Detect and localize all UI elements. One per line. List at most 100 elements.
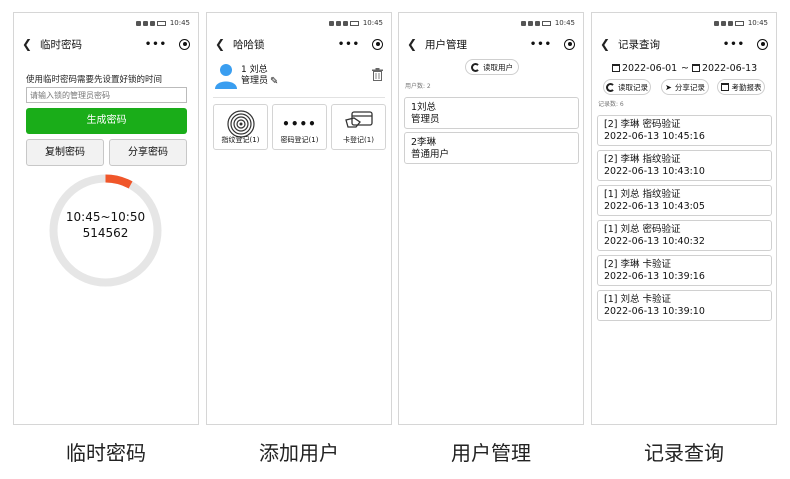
close-target-icon[interactable]	[372, 38, 383, 50]
page-title: 用户管理	[425, 38, 467, 51]
report-icon	[720, 83, 729, 91]
copy-password-button[interactable]: 复制密码	[26, 139, 104, 166]
trash-icon[interactable]	[372, 68, 383, 81]
phone-temp-password: 10:45 ❮ 临时密码 ••• 使用临时密码需要先设置好锁的时间 生成密码 复…	[13, 12, 199, 425]
record-title: [2] 李琳 指纹验证	[604, 154, 681, 165]
record-time: 2022-06-13 10:43:05	[604, 201, 705, 212]
record-time: 2022-06-13 10:40:32	[604, 236, 705, 247]
more-icon[interactable]: •••	[530, 39, 552, 50]
user-list-item[interactable]: 1刘总 管理员	[404, 97, 579, 129]
close-target-icon[interactable]	[757, 38, 768, 50]
close-target-icon[interactable]	[179, 38, 190, 50]
read-records-button[interactable]: 读取记录	[603, 79, 651, 95]
record-item[interactable]: [2] 李琳 密码验证 2022-06-13 10:45:16	[597, 115, 772, 146]
record-item[interactable]: [2] 李琳 卡验证 2022-06-13 10:39:16	[597, 255, 772, 286]
record-title: [1] 刘总 密码验证	[604, 224, 681, 235]
read-records-label: 读取记录	[618, 82, 648, 92]
avatar-icon	[215, 64, 237, 89]
user-item-name: 1刘总	[411, 102, 437, 113]
date-from-picker[interactable]: 2022-06-01	[612, 61, 677, 75]
password-register-card[interactable]: •••• 密码登记(1)	[272, 104, 327, 150]
phone-user-manage: 10:45 ❮ 用户管理 ••• 读取用户 用户数: 2 1刘总 管理员 2李琳…	[398, 12, 584, 425]
user-item-role: 管理员	[411, 114, 440, 125]
record-time: 2022-06-13 10:43:10	[604, 166, 705, 177]
divider	[213, 97, 385, 98]
user-header: 1 刘总 管理员 ✎	[215, 63, 278, 89]
record-time: 2022-06-13 10:39:10	[604, 306, 705, 317]
back-arrow-icon[interactable]: ❮	[600, 38, 614, 50]
instruction-text: 使用临时密码需要先设置好锁的时间	[26, 75, 163, 85]
admin-password-input[interactable]	[26, 87, 187, 103]
status-time: 10:45	[169, 19, 190, 27]
date-separator: ~	[681, 62, 689, 74]
more-icon[interactable]: •••	[723, 39, 745, 50]
share-password-button[interactable]: 分享密码	[109, 139, 187, 166]
date-to: 2022-06-13	[702, 62, 758, 74]
calendar-icon	[692, 64, 700, 72]
card-icon	[344, 111, 373, 128]
battery-icon	[541, 20, 551, 26]
record-item[interactable]: [1] 刘总 密码验证 2022-06-13 10:40:32	[597, 220, 772, 251]
record-item[interactable]: [2] 李琳 指纹验证 2022-06-13 10:43:10	[597, 150, 772, 181]
refresh-icon	[471, 62, 480, 72]
status-bar: 10:45	[207, 13, 391, 33]
time-range: 10:45~10:50	[65, 210, 146, 224]
user-count: 用户数: 2	[405, 83, 431, 90]
record-time: 2022-06-13 10:45:16	[604, 131, 705, 142]
attendance-report-label: 考勤报表	[731, 82, 762, 92]
caption-temp-password: 临时密码	[66, 441, 146, 465]
card-label: 密码登记(1)	[280, 136, 319, 144]
user-role: 管理员	[241, 76, 269, 86]
close-target-icon[interactable]	[564, 38, 575, 50]
card-label: 指纹登记(1)	[221, 136, 260, 144]
user-list-item[interactable]: 2李琳 普通用户	[404, 132, 579, 164]
record-item[interactable]: [1] 刘总 卡验证 2022-06-13 10:39:10	[597, 290, 772, 321]
phone-add-user: 10:45 ❮ 哈哈锁 ••• 1 刘总 管理员 ✎ 指纹登记(1) •••• …	[206, 12, 392, 425]
back-arrow-icon[interactable]: ❮	[407, 38, 421, 50]
calendar-icon	[612, 64, 620, 72]
record-count: 记录数: 6	[598, 101, 624, 108]
caption-user-manage: 用户管理	[451, 441, 531, 465]
user-item-name: 2李琳	[411, 137, 437, 148]
nav-bar: ❮ 临时密码 •••	[14, 33, 198, 55]
caption-add-user: 添加用户	[259, 441, 339, 465]
status-time: 10:45	[362, 19, 383, 27]
battery-icon	[734, 20, 744, 26]
attendance-report-button[interactable]: 考勤报表	[717, 79, 765, 95]
date-to-picker[interactable]: 2022-06-13	[692, 61, 757, 75]
edit-icon[interactable]: ✎	[270, 76, 278, 87]
share-records-button[interactable]: ➤ 分享记录	[661, 79, 709, 95]
card-label: 卡登记(1)	[343, 136, 374, 144]
status-time: 10:45	[747, 19, 768, 27]
page-title: 哈哈锁	[233, 38, 265, 51]
share-icon: ➤	[665, 82, 672, 92]
back-arrow-icon[interactable]: ❮	[215, 38, 229, 50]
phone-records: 10:45 ❮ 记录查询 ••• 2022-06-01 ~ 2022-06-13…	[591, 12, 777, 425]
read-users-button[interactable]: 读取用户	[465, 59, 519, 75]
password-dots-icon: ••••	[282, 117, 317, 131]
caption-records: 记录查询	[644, 441, 724, 465]
refresh-icon	[606, 82, 615, 92]
status-bar: 10:45	[399, 13, 583, 33]
ring-center: 10:45~10:50 514562	[48, 209, 163, 241]
record-title: [2] 李琳 卡验证	[604, 259, 671, 270]
battery-icon	[156, 20, 166, 26]
card-register-card[interactable]: 卡登记(1)	[331, 104, 386, 150]
more-icon[interactable]: •••	[338, 39, 360, 50]
nav-bar: ❮ 记录查询 •••	[592, 33, 776, 55]
back-arrow-icon[interactable]: ❮	[22, 38, 36, 50]
temp-code: 514562	[82, 226, 129, 240]
status-bar: 10:45	[14, 13, 198, 33]
record-title: [1] 刘总 指纹验证	[604, 189, 681, 200]
read-users-label: 读取用户	[483, 62, 513, 72]
fingerprint-icon	[226, 110, 255, 138]
battery-icon	[349, 20, 359, 26]
generate-password-button[interactable]: 生成密码	[26, 108, 187, 134]
record-item[interactable]: [1] 刘总 指纹验证 2022-06-13 10:43:05	[597, 185, 772, 216]
page-title: 记录查询	[618, 38, 660, 51]
share-records-label: 分享记录	[674, 82, 705, 92]
status-time: 10:45	[554, 19, 575, 27]
fingerprint-register-card[interactable]: 指纹登记(1)	[213, 104, 268, 150]
more-icon[interactable]: •••	[145, 39, 167, 50]
user-name: 1 刘总	[241, 65, 268, 75]
